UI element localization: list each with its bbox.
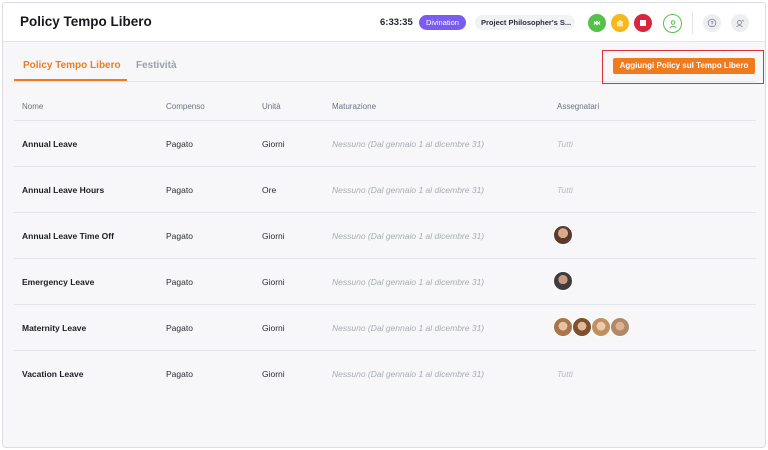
task-chip[interactable]: Project Philosopher's S... — [475, 15, 575, 30]
column-header-unit: Unità — [262, 102, 281, 111]
policy-name: Maternity Leave — [22, 323, 87, 333]
policy-assignees: Tutti — [557, 369, 573, 379]
policy-compensation: Pagato — [166, 231, 193, 241]
help-icon[interactable] — [703, 14, 721, 32]
assignee-avatars — [553, 317, 630, 337]
table-row[interactable]: Annual Leave Pagato Giorni Nessuno (Dal … — [14, 120, 756, 166]
policy-unit: Giorni — [262, 139, 285, 149]
project-badge[interactable]: Divination — [419, 15, 466, 30]
policy-name: Annual Leave Hours — [22, 185, 105, 195]
policy-accrual: Nessuno (Dal gennaio 1 al dicembre 31) — [332, 231, 485, 241]
notifications-icon[interactable] — [731, 14, 749, 32]
add-policy-button[interactable]: Aggiungi Policy sul Tempo Libero — [613, 58, 755, 74]
policy-accrual: Nessuno (Dal gennaio 1 al dicembre 31) — [332, 139, 485, 149]
timer-display: 6:33:35 — [380, 17, 413, 28]
table-row[interactable]: Annual Leave Hours Pagato Ore Nessuno (D… — [14, 166, 756, 212]
tab-policy-tempo-libero[interactable]: Policy Tempo Libero — [23, 60, 121, 71]
avatar[interactable] — [572, 317, 592, 337]
policy-unit: Giorni — [262, 323, 285, 333]
policy-unit: Giorni — [262, 369, 285, 379]
policy-unit: Giorni — [262, 231, 285, 241]
table-row[interactable]: Emergency Leave Pagato Giorni Nessuno (D… — [14, 258, 756, 304]
avatar[interactable] — [553, 225, 573, 245]
policy-accrual: Nessuno (Dal gennaio 1 al dicembre 31) — [332, 277, 485, 287]
policy-accrual: Nessuno (Dal gennaio 1 al dicembre 31) — [332, 323, 485, 333]
policy-name: Emergency Leave — [22, 277, 95, 287]
policy-assignees: Tutti — [557, 139, 573, 149]
policy-name: Annual Leave — [22, 139, 78, 149]
column-header-name: Nome — [22, 102, 44, 111]
avatar[interactable] — [591, 317, 611, 337]
policy-unit: Giorni — [262, 277, 285, 287]
policy-accrual: Nessuno (Dal gennaio 1 al dicembre 31) — [332, 185, 485, 195]
policy-compensation: Pagato — [166, 277, 193, 287]
policy-assignees: Tutti — [557, 185, 573, 195]
policy-name: Vacation Leave — [22, 369, 84, 379]
policy-accrual: Nessuno (Dal gennaio 1 al dicembre 31) — [332, 369, 485, 379]
policy-compensation: Pagato — [166, 139, 193, 149]
avatar[interactable] — [553, 271, 573, 291]
assignee-avatars — [553, 225, 573, 245]
hand-icon[interactable] — [611, 14, 629, 32]
table-row[interactable]: Vacation Leave Pagato Giorni Nessuno (Da… — [14, 350, 756, 396]
policy-unit: Ore — [262, 185, 277, 195]
avatar[interactable] — [610, 317, 630, 337]
table-row[interactable]: Maternity Leave Pagato Giorni Nessuno (D… — [14, 304, 756, 350]
policy-compensation: Pagato — [166, 323, 193, 333]
user-icon[interactable] — [663, 14, 682, 33]
top-bar: Policy Tempo Libero 6:33:35 Divination P… — [3, 3, 765, 42]
column-header-accrual: Maturazione — [332, 102, 377, 111]
page-title: Policy Tempo Libero — [20, 14, 152, 29]
tab-festivita[interactable]: Festività — [136, 60, 177, 71]
assignee-avatars — [553, 271, 573, 291]
policy-name: Annual Leave Time Off — [22, 231, 114, 241]
app-window: Policy Tempo Libero 6:33:35 Divination P… — [2, 2, 766, 448]
table-row[interactable]: Annual Leave Time Off Pagato Giorni Ness… — [14, 212, 756, 258]
column-header-assignees: Assegnatari — [557, 102, 600, 111]
sync-icon[interactable] — [588, 14, 606, 32]
column-header-compensation: Compenso — [166, 102, 205, 111]
header-divider — [692, 12, 693, 34]
stop-icon[interactable] — [634, 14, 652, 32]
policy-compensation: Pagato — [166, 369, 193, 379]
policy-compensation: Pagato — [166, 185, 193, 195]
avatar[interactable] — [553, 317, 573, 337]
